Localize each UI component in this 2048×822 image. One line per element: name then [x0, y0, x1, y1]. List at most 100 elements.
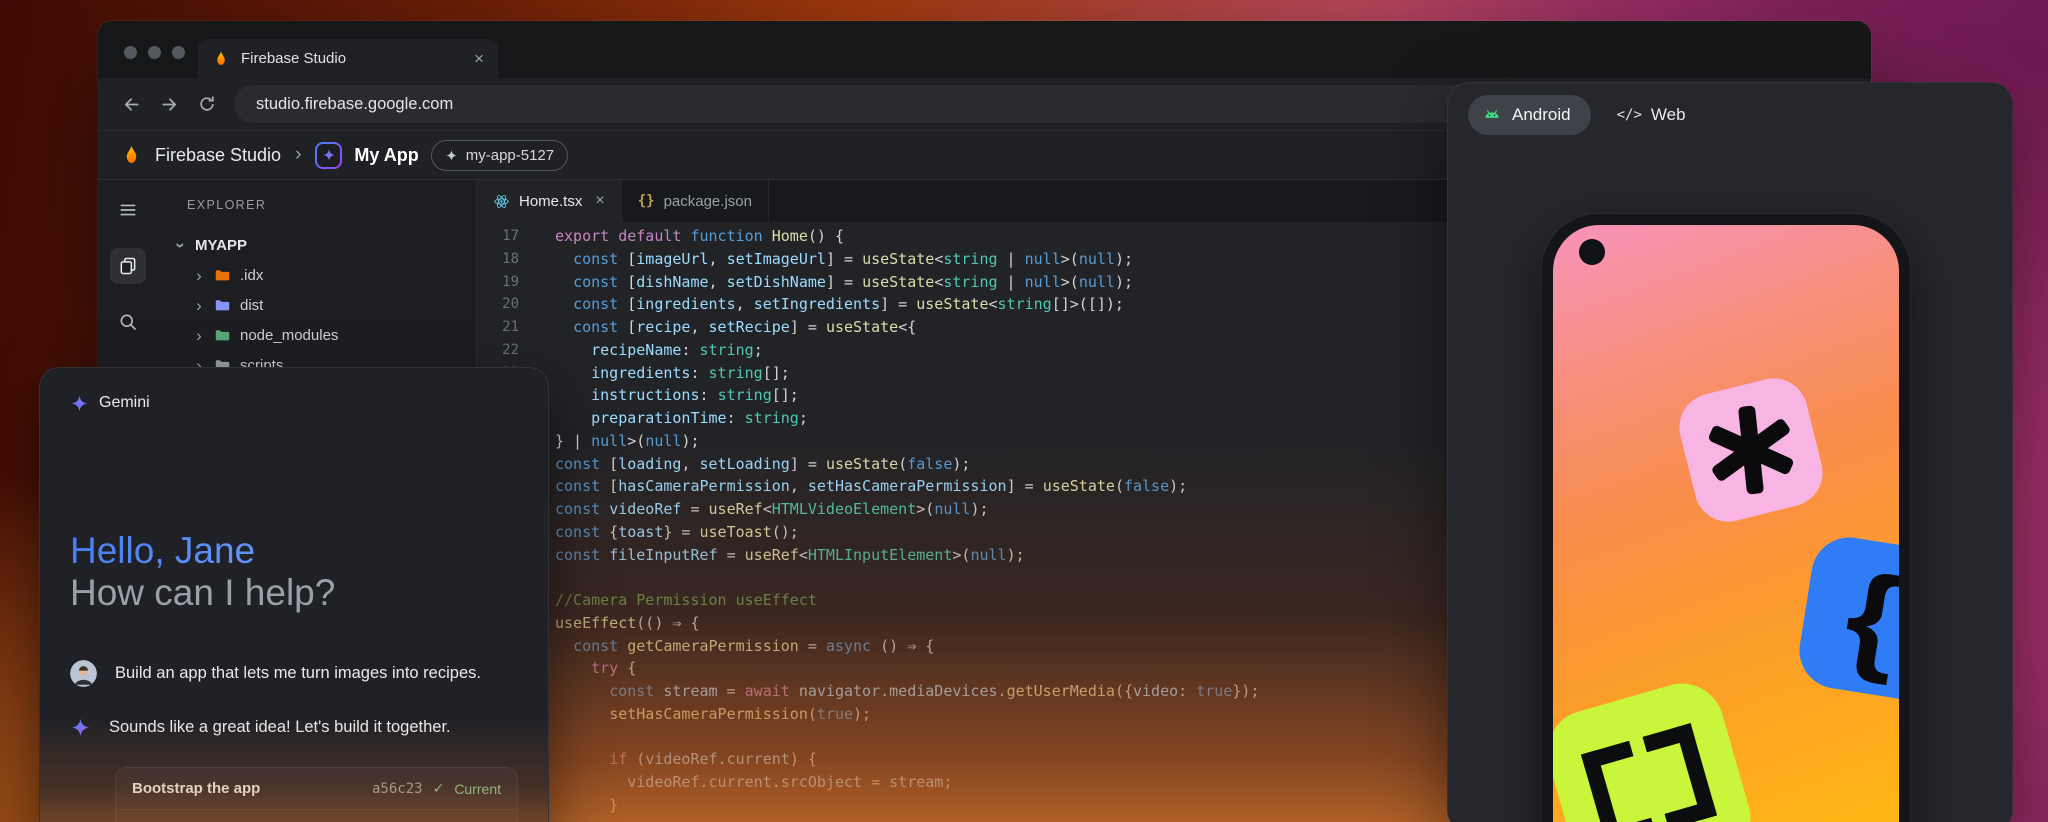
greeting-question: How can I help?: [70, 572, 518, 614]
commit-hash: a56c23: [372, 781, 423, 797]
window-zoom-dot[interactable]: [172, 46, 185, 59]
firebase-favicon-icon: [212, 50, 230, 68]
gemini-messages: Build an app that lets me turn images in…: [70, 659, 518, 741]
tab-close-icon[interactable]: ×: [595, 192, 604, 210]
line-number: 20: [477, 293, 519, 316]
changed-file-row[interactable]: src/pages/Home.tsx +122: [116, 810, 517, 822]
hamburger-icon: [118, 200, 138, 220]
line-number: 18: [477, 248, 519, 271]
explorer-title: EXPLORER: [157, 198, 476, 212]
check-icon: ✓: [433, 780, 445, 797]
tree-root-myapp[interactable]: › MYAPP: [157, 230, 476, 260]
line-number: 19: [477, 271, 519, 294]
editor-tab-label: package.json: [664, 193, 752, 210]
gemini-sparkle-icon: [70, 717, 91, 738]
tab-package-json[interactable]: {} package.json: [622, 180, 769, 222]
tab-home-tsx[interactable]: Home.tsx ×: [477, 180, 622, 222]
user-avatar: [70, 660, 97, 687]
braces-icon: {}: [638, 193, 655, 209]
forward-arrow-icon: [159, 94, 180, 115]
background: Firebase Studio × s: [0, 0, 2048, 822]
android-toggle[interactable]: Android: [1468, 95, 1591, 135]
browser-tab[interactable]: Firebase Studio ×: [198, 39, 498, 78]
android-label: Android: [1512, 105, 1571, 125]
task-title: Bootstrap the app: [132, 780, 362, 797]
app-icon: [315, 142, 342, 169]
folder-icon: [214, 327, 231, 344]
device-preview-panel: Android </> Web {: [1447, 82, 2013, 822]
line-number: 17: [477, 225, 519, 248]
search-icon: [118, 312, 138, 332]
back-button[interactable]: [112, 85, 150, 123]
reload-button[interactable]: [188, 85, 226, 123]
asterisk-icon: [1698, 397, 1805, 504]
gemini-title: Gemini: [99, 394, 150, 412]
line-number: 21: [477, 316, 519, 339]
tab-close-icon[interactable]: ×: [474, 50, 484, 67]
explorer-tree-items: ›.idx›dist›node_modules›scripts: [157, 260, 476, 380]
workspace-icon: [445, 149, 458, 162]
user-message-text: Build an app that lets me turn images in…: [115, 664, 481, 683]
phone-mockup: {: [1542, 214, 1910, 822]
tree-item-label: .idx: [240, 267, 263, 284]
user-message-row: Build an app that lets me turn images in…: [70, 659, 518, 687]
gemini-greeting: Hello, Jane How can I help?: [70, 530, 518, 614]
line-number: 22: [477, 339, 519, 362]
spark-icon: [322, 148, 336, 162]
status-badge: Current: [454, 781, 501, 797]
url-text: studio.firebase.google.com: [256, 95, 453, 114]
gemini-panel: Gemini Hello, Jane How can I help?: [39, 367, 549, 822]
files-icon: [118, 256, 138, 276]
react-icon: [493, 193, 510, 210]
web-toggle[interactable]: </> Web: [1617, 105, 1686, 125]
window-minimize-dot[interactable]: [148, 46, 161, 59]
curly-brace-icon: {: [1838, 555, 1899, 680]
tree-item-label: dist: [240, 297, 263, 314]
folder-icon: [214, 267, 231, 284]
task-card-header: Bootstrap the app a56c23 ✓ Current: [116, 768, 517, 809]
reload-icon: [197, 94, 217, 114]
product-name: Firebase Studio: [155, 145, 281, 166]
gemini-header: Gemini: [70, 392, 518, 414]
tree-item-label: node_modules: [240, 327, 338, 344]
gemini-sparkle-icon: [70, 394, 89, 413]
folder-icon: [214, 297, 231, 314]
editor-tab-label: Home.tsx: [519, 193, 582, 210]
back-arrow-icon: [121, 94, 142, 115]
workspace-badge[interactable]: my-app-5127: [431, 140, 568, 171]
tree-item-node_modules[interactable]: › node_modules: [157, 320, 476, 350]
window-close-dot[interactable]: [124, 46, 137, 59]
phone-screen[interactable]: {: [1553, 225, 1899, 822]
search-button[interactable]: [110, 304, 146, 340]
assistant-message-row: Sounds like a great idea! Let's build it…: [70, 713, 518, 741]
web-label: Web: [1651, 105, 1686, 125]
menu-button[interactable]: [110, 192, 146, 228]
code-brackets-icon: </>: [1617, 107, 1642, 123]
left-bracket-icon: [1581, 741, 1656, 822]
chevron-right-icon: ›: [193, 327, 205, 344]
android-robot-icon: [1482, 105, 1502, 125]
preview-target-toggle: Android </> Web: [1448, 83, 2012, 135]
tree-item-.idx[interactable]: ›.idx: [157, 260, 476, 290]
camera-punch-hole: [1579, 239, 1605, 265]
chevron-right-icon: ›: [193, 297, 205, 314]
lime-brackets-tile: [1553, 674, 1760, 822]
app-name: My App: [354, 145, 418, 166]
forward-button[interactable]: [150, 85, 188, 123]
tree-item-dist[interactable]: › dist: [157, 290, 476, 320]
task-card[interactable]: Bootstrap the app a56c23 ✓ Current src/p…: [115, 767, 518, 822]
explorer-button[interactable]: [110, 248, 146, 284]
pink-asterisk-tile: [1672, 371, 1830, 529]
tree-root-label: MYAPP: [195, 237, 247, 254]
right-bracket-icon: [1642, 723, 1717, 822]
browser-titlebar: Firebase Studio ×: [98, 21, 1871, 78]
blue-brace-tile: {: [1794, 532, 1899, 706]
breadcrumb-separator: ›: [295, 144, 301, 166]
assistant-message-text: Sounds like a great idea! Let's build it…: [109, 718, 451, 737]
chevron-down-icon: ›: [173, 239, 190, 251]
workspace-name: my-app-5127: [466, 147, 554, 164]
window-controls[interactable]: [124, 46, 185, 59]
browser-tab-title: Firebase Studio: [241, 50, 346, 67]
file-tree: › MYAPP ›.idx›dist›node_modules›scripts: [157, 230, 476, 380]
firebase-logo-icon: [120, 144, 143, 167]
